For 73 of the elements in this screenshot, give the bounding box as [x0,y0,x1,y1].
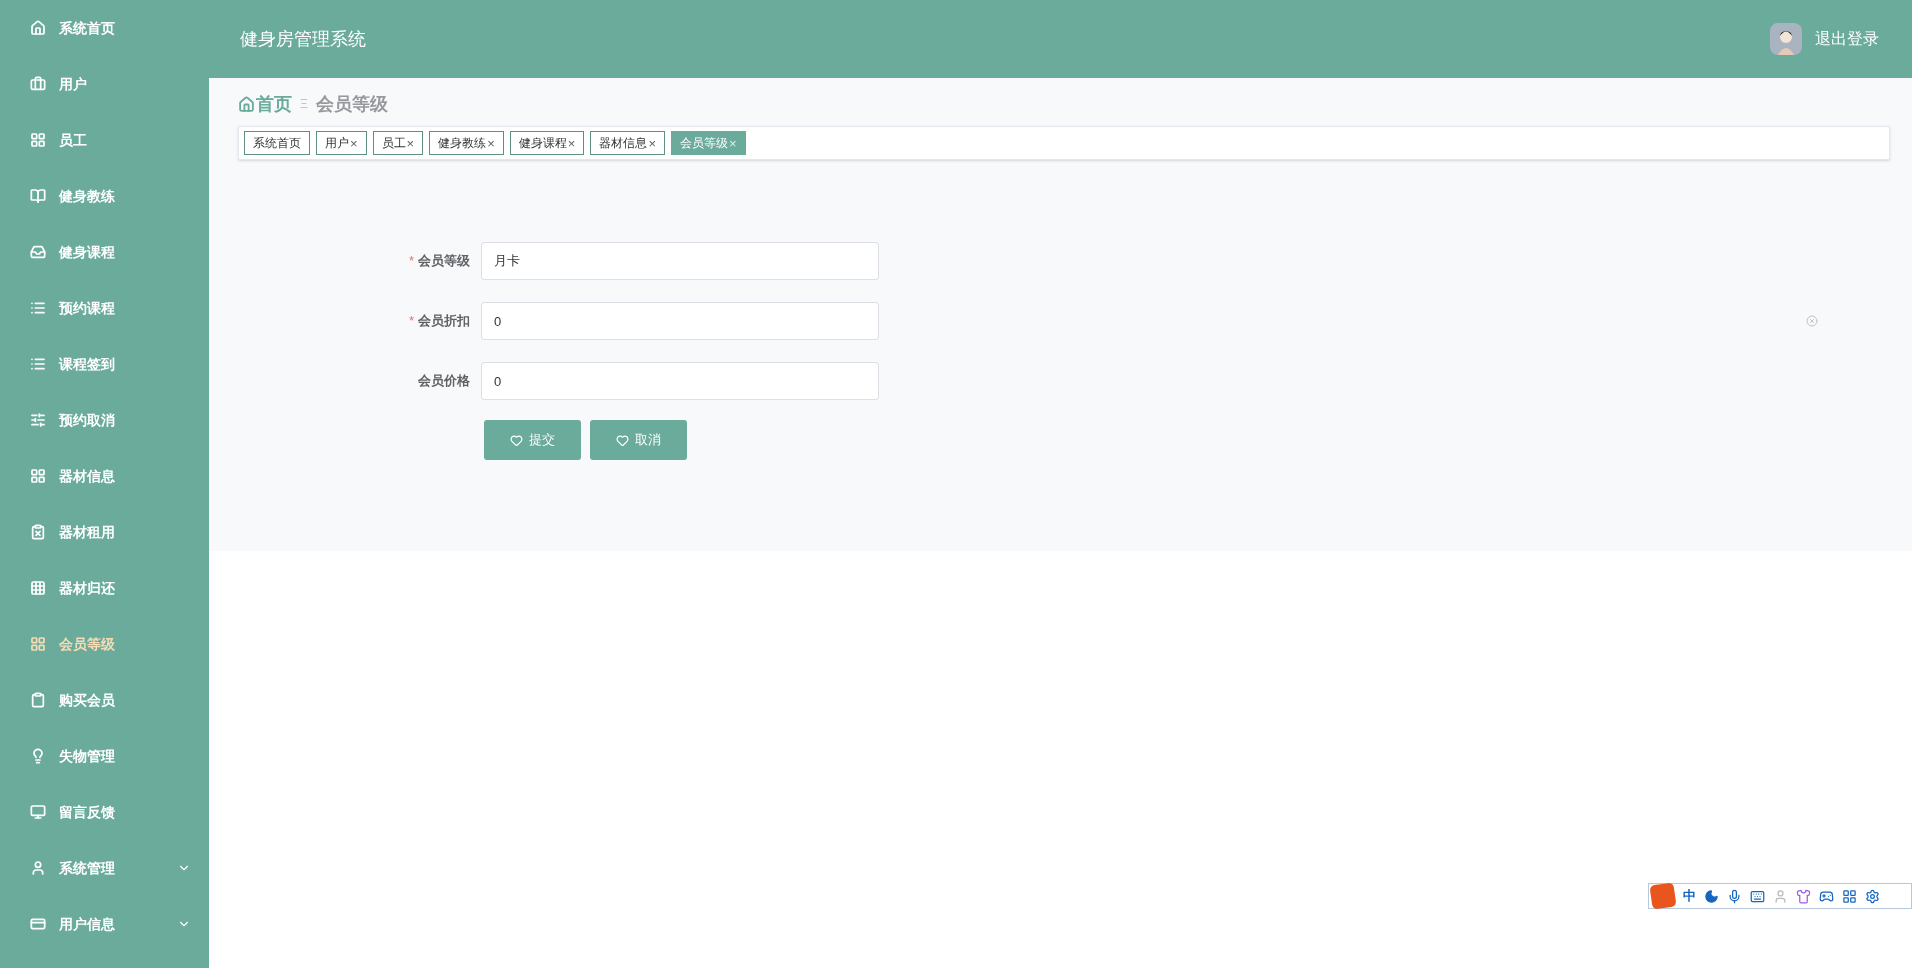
cancel-button[interactable]: 取消 [590,420,687,460]
close-icon[interactable]: × [350,136,358,150]
tab[interactable]: 用户× [316,131,367,155]
tab[interactable]: 健身课程× [509,131,585,155]
sidebar-item[interactable]: 健身课程 [0,224,209,280]
heart-icon [616,433,629,447]
tab[interactable]: 会员等级× [670,131,746,155]
required-asterisk: * [408,312,414,331]
sidebar-item[interactable]: 预约课程 [0,280,209,336]
sliders-icon [30,412,46,428]
shirt-icon[interactable] [1796,888,1811,904]
briefcase-icon [30,76,46,92]
moon-icon[interactable] [1704,888,1719,904]
grid-icon [30,636,46,652]
sidebar-item[interactable]: 留言反馈 [0,784,209,840]
submit-button[interactable]: 提交 [484,420,581,460]
field-label: 会员价格 [418,372,470,391]
tab[interactable]: 器材信息× [590,131,665,155]
close-icon[interactable]: × [648,136,656,150]
ime-logo-icon [1649,882,1677,910]
sidebar-item[interactable]: 员工 [0,112,209,168]
home-icon [30,20,46,36]
sidebar-item[interactable]: 用户 [0,56,209,112]
keyboard-icon[interactable] [1750,888,1765,904]
tray-icon [30,244,46,260]
sidebar-item[interactable]: 健身教练 [0,168,209,224]
book-icon [30,188,46,204]
sidebar-item[interactable]: 器材信息 [0,448,209,504]
sidebar-item[interactable]: 课程签到 [0,336,209,392]
sidebar-item[interactable]: 用户信息 [0,896,209,952]
grid-icon [30,132,46,148]
sidebar-item[interactable]: 失物管理 [0,728,209,784]
input-field[interactable]: 0 [481,362,879,400]
lightbulb-icon [30,748,46,764]
breadcrumb-current: 会员等级 [315,92,388,116]
monitor-icon [30,804,46,820]
close-icon[interactable]: × [567,136,576,150]
gamepad-icon[interactable] [1819,888,1834,904]
grid-icon [30,468,46,484]
list-icon [30,356,46,372]
grid-icon [30,580,46,596]
heart-icon [510,433,523,447]
close-icon[interactable]: × [487,136,495,150]
list-icon [30,300,46,316]
home-icon [238,95,255,113]
sidebar-item[interactable]: 系统管理 [0,840,209,896]
app-title: 健身房管理系统 [240,27,367,51]
grid-icon[interactable] [1842,888,1857,904]
microphone-icon[interactable] [1727,888,1742,904]
tab[interactable]: 健身教练× [429,131,504,155]
field-label: 会员等级 [418,252,470,271]
settings-icon[interactable] [1865,888,1880,904]
breadcrumb-home[interactable]: 首页 [256,90,292,118]
sidebar-item[interactable]: 系统首页 [0,0,209,56]
sidebar-item[interactable]: 会员等级 [0,616,209,672]
required-asterisk: * [408,252,414,271]
clipboard-icon [30,524,46,540]
field-label: 会员折扣 [418,312,470,331]
language-indicator[interactable]: 中 [1683,886,1696,906]
sidebar-item[interactable]: 购买会员 [0,672,209,728]
card-icon [30,916,46,932]
sidebar-item[interactable]: 预约取消 [0,392,209,448]
close-icon[interactable]: × [406,136,415,150]
tab[interactable]: 系统首页 [244,131,310,155]
user-icon [30,860,46,876]
clipboard-icon [30,692,46,708]
sidebar-item[interactable]: 器材归还 [0,560,209,616]
tab[interactable]: 员工× [372,131,424,155]
input-field[interactable]: 0 [481,302,879,340]
logout-link[interactable]: 退出登录 [1815,27,1879,51]
sidebar-item[interactable]: 器材租用 [0,504,209,560]
close-icon[interactable]: × [728,136,737,150]
input-field[interactable]: 月卡 [481,242,879,280]
